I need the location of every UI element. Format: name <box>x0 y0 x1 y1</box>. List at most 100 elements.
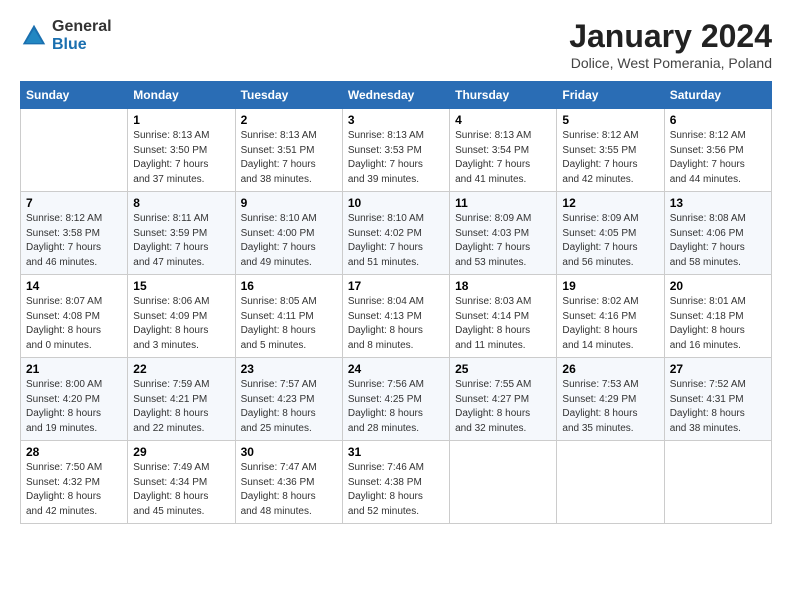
day-number: 22 <box>133 362 229 376</box>
day-number: 19 <box>562 279 658 293</box>
day-info: Sunrise: 8:09 AM Sunset: 4:05 PM Dayligh… <box>562 212 658 270</box>
day-number: 2 <box>241 113 337 127</box>
day-cell: 18 Sunrise: 8:03 AM Sunset: 4:14 PM Dayli… <box>450 275 557 358</box>
day-info: Sunrise: 8:09 AM Sunset: 4:03 PM Dayligh… <box>455 212 551 270</box>
col-header-thursday: Thursday <box>450 82 557 109</box>
logo-blue: Blue <box>52 36 112 54</box>
header: General Blue January 2024 Dolice, West P… <box>20 18 772 71</box>
day-cell: 30Sunrise: 7:47 AM Sunset: 4:36 PM Dayli… <box>235 441 342 524</box>
day-info: Sunrise: 8:12 AM Sunset: 3:56 PM Dayligh… <box>670 129 766 187</box>
day-number: 3 <box>348 113 444 127</box>
day-number: 12 <box>562 196 658 210</box>
day-number: 24 <box>348 362 444 376</box>
day-info: Sunrise: 8:04 AM Sunset: 4:13 PM Dayligh… <box>348 295 444 353</box>
day-info: Sunrise: 8:00 AM Sunset: 4:20 PM Dayligh… <box>26 378 122 436</box>
day-number: 17 <box>348 279 444 293</box>
day-cell: 5 Sunrise: 8:12 AM Sunset: 3:55 PM Daylig… <box>557 109 664 192</box>
day-number: 4 <box>455 113 551 127</box>
day-cell: 15Sunrise: 8:06 AM Sunset: 4:09 PM Dayli… <box>128 275 235 358</box>
day-cell <box>21 109 128 192</box>
logo-icon <box>20 22 48 50</box>
day-number: 7 <box>26 196 122 210</box>
day-number: 8 <box>133 196 229 210</box>
day-info: Sunrise: 8:13 AM Sunset: 3:54 PM Dayligh… <box>455 129 551 187</box>
day-cell <box>450 441 557 524</box>
col-header-wednesday: Wednesday <box>342 82 449 109</box>
day-cell: 17 Sunrise: 8:04 AM Sunset: 4:13 PM Dayli… <box>342 275 449 358</box>
day-info: Sunrise: 8:13 AM Sunset: 3:51 PM Dayligh… <box>241 129 337 187</box>
day-info: Sunrise: 8:05 AM Sunset: 4:11 PM Dayligh… <box>241 295 337 353</box>
day-cell: 1 Sunrise: 8:13 AM Sunset: 3:50 PM Daylig… <box>128 109 235 192</box>
day-info: Sunrise: 8:12 AM Sunset: 3:55 PM Dayligh… <box>562 129 658 187</box>
day-info: Sunrise: 7:55 AM Sunset: 4:27 PM Dayligh… <box>455 378 551 436</box>
day-info: Sunrise: 8:03 AM Sunset: 4:14 PM Dayligh… <box>455 295 551 353</box>
day-cell: 8Sunrise: 8:11 AM Sunset: 3:59 PM Daylig… <box>128 192 235 275</box>
col-header-friday: Friday <box>557 82 664 109</box>
week-row-5: 28 Sunrise: 7:50 AM Sunset: 4:32 PM Dayli… <box>21 441 772 524</box>
day-cell: 24 Sunrise: 7:56 AM Sunset: 4:25 PM Dayli… <box>342 358 449 441</box>
day-info: Sunrise: 8:10 AM Sunset: 4:02 PM Dayligh… <box>348 212 444 270</box>
title-section: January 2024 Dolice, West Pomerania, Pol… <box>569 18 772 71</box>
day-cell <box>664 441 771 524</box>
day-cell: 2 Sunrise: 8:13 AM Sunset: 3:51 PM Daylig… <box>235 109 342 192</box>
day-number: 21 <box>26 362 122 376</box>
day-number: 25 <box>455 362 551 376</box>
day-number: 13 <box>670 196 766 210</box>
week-row-4: 21 Sunrise: 8:00 AM Sunset: 4:20 PM Dayli… <box>21 358 772 441</box>
calendar-table: SundayMondayTuesdayWednesdayThursdayFrid… <box>20 81 772 524</box>
day-number: 15 <box>133 279 229 293</box>
week-row-3: 14Sunrise: 8:07 AM Sunset: 4:08 PM Dayli… <box>21 275 772 358</box>
day-info: Sunrise: 8:10 AM Sunset: 4:00 PM Dayligh… <box>241 212 337 270</box>
day-number: 9 <box>241 196 337 210</box>
week-row-2: 7Sunrise: 8:12 AM Sunset: 3:58 PM Daylig… <box>21 192 772 275</box>
col-header-saturday: Saturday <box>664 82 771 109</box>
day-info: Sunrise: 8:13 AM Sunset: 3:53 PM Dayligh… <box>348 129 444 187</box>
day-number: 11 <box>455 196 551 210</box>
day-info: Sunrise: 8:13 AM Sunset: 3:50 PM Dayligh… <box>133 129 229 187</box>
day-number: 14 <box>26 279 122 293</box>
day-cell: 6 Sunrise: 8:12 AM Sunset: 3:56 PM Daylig… <box>664 109 771 192</box>
day-number: 26 <box>562 362 658 376</box>
day-cell: 27 Sunrise: 7:52 AM Sunset: 4:31 PM Dayli… <box>664 358 771 441</box>
day-number: 10 <box>348 196 444 210</box>
day-cell: 4 Sunrise: 8:13 AM Sunset: 3:54 PM Daylig… <box>450 109 557 192</box>
day-number: 31 <box>348 445 444 459</box>
day-cell: 21 Sunrise: 8:00 AM Sunset: 4:20 PM Dayli… <box>21 358 128 441</box>
logo: General Blue <box>20 18 112 53</box>
day-number: 28 <box>26 445 122 459</box>
day-number: 6 <box>670 113 766 127</box>
day-number: 20 <box>670 279 766 293</box>
day-number: 18 <box>455 279 551 293</box>
day-cell: 20Sunrise: 8:01 AM Sunset: 4:18 PM Dayli… <box>664 275 771 358</box>
month-title: January 2024 <box>569 18 772 55</box>
header-row: SundayMondayTuesdayWednesdayThursdayFrid… <box>21 82 772 109</box>
day-info: Sunrise: 7:56 AM Sunset: 4:25 PM Dayligh… <box>348 378 444 436</box>
day-number: 1 <box>133 113 229 127</box>
day-cell: 11 Sunrise: 8:09 AM Sunset: 4:03 PM Dayli… <box>450 192 557 275</box>
day-cell: 3 Sunrise: 8:13 AM Sunset: 3:53 PM Daylig… <box>342 109 449 192</box>
day-info: Sunrise: 7:49 AM Sunset: 4:34 PM Dayligh… <box>133 461 229 519</box>
day-cell: 19Sunrise: 8:02 AM Sunset: 4:16 PM Dayli… <box>557 275 664 358</box>
day-number: 27 <box>670 362 766 376</box>
day-cell: 29Sunrise: 7:49 AM Sunset: 4:34 PM Dayli… <box>128 441 235 524</box>
location-subtitle: Dolice, West Pomerania, Poland <box>569 55 772 71</box>
day-cell: 16Sunrise: 8:05 AM Sunset: 4:11 PM Dayli… <box>235 275 342 358</box>
week-row-1: 1 Sunrise: 8:13 AM Sunset: 3:50 PM Daylig… <box>21 109 772 192</box>
day-cell: 22Sunrise: 7:59 AM Sunset: 4:21 PM Dayli… <box>128 358 235 441</box>
day-cell <box>557 441 664 524</box>
day-number: 5 <box>562 113 658 127</box>
day-cell: 25 Sunrise: 7:55 AM Sunset: 4:27 PM Dayli… <box>450 358 557 441</box>
day-cell: 10 Sunrise: 8:10 AM Sunset: 4:02 PM Dayli… <box>342 192 449 275</box>
day-cell: 12 Sunrise: 8:09 AM Sunset: 4:05 PM Dayli… <box>557 192 664 275</box>
day-info: Sunrise: 7:46 AM Sunset: 4:38 PM Dayligh… <box>348 461 444 519</box>
day-cell: 9 Sunrise: 8:10 AM Sunset: 4:00 PM Daylig… <box>235 192 342 275</box>
logo-general: General <box>52 18 112 36</box>
day-info: Sunrise: 7:52 AM Sunset: 4:31 PM Dayligh… <box>670 378 766 436</box>
day-cell: 23 Sunrise: 7:57 AM Sunset: 4:23 PM Dayli… <box>235 358 342 441</box>
day-number: 30 <box>241 445 337 459</box>
day-info: Sunrise: 7:50 AM Sunset: 4:32 PM Dayligh… <box>26 461 122 519</box>
day-info: Sunrise: 7:57 AM Sunset: 4:23 PM Dayligh… <box>241 378 337 436</box>
col-header-tuesday: Tuesday <box>235 82 342 109</box>
day-cell: 26Sunrise: 7:53 AM Sunset: 4:29 PM Dayli… <box>557 358 664 441</box>
day-number: 23 <box>241 362 337 376</box>
